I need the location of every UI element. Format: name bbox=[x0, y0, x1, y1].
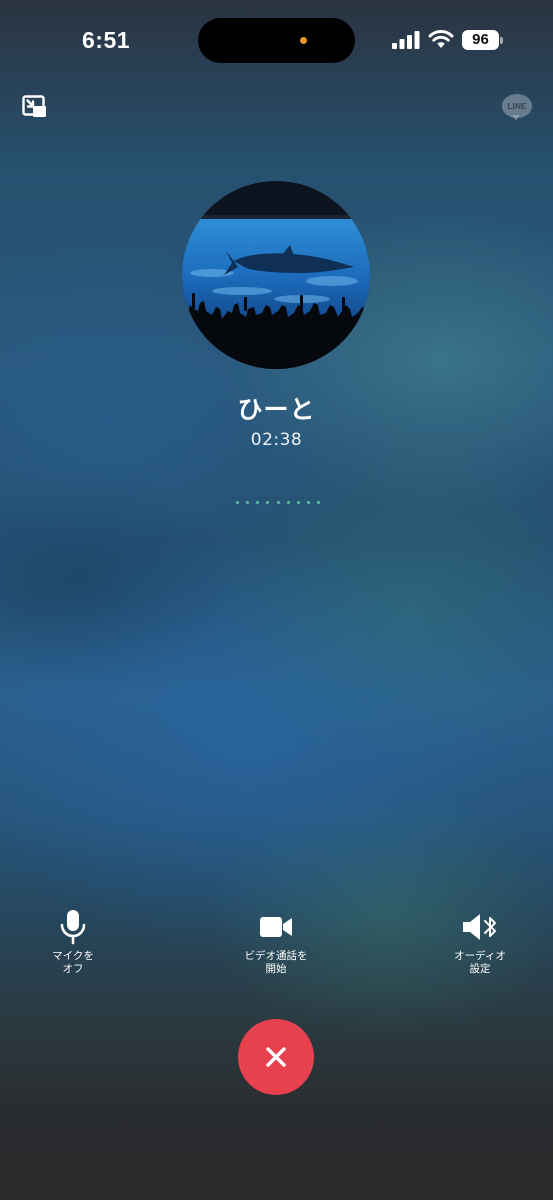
indicator-dot bbox=[296, 501, 300, 504]
end-call-button[interactable] bbox=[238, 1019, 314, 1095]
indicator-dot bbox=[246, 501, 250, 504]
video-camera-icon bbox=[260, 917, 292, 937]
indicator-dot bbox=[317, 501, 320, 504]
wifi-icon bbox=[428, 29, 454, 48]
speaker-bluetooth-icon bbox=[463, 914, 496, 940]
connecting-indicator bbox=[236, 501, 320, 505]
indicator-dot bbox=[236, 501, 239, 504]
mute-mic-button[interactable]: マイクを オフ bbox=[18, 908, 128, 976]
caller-name: ひーと bbox=[237, 395, 316, 424]
battery-indicator: 96 bbox=[462, 30, 499, 50]
indicator-dot bbox=[276, 501, 280, 504]
start-video-button[interactable]: ビデオ通話を 開始 bbox=[221, 908, 331, 976]
mute-mic-label: マイクを オフ bbox=[52, 950, 94, 975]
status-time: 6:51 bbox=[82, 27, 131, 53]
microphone-icon bbox=[60, 910, 86, 945]
dynamic-island bbox=[198, 18, 355, 63]
audio-settings-button[interactable]: オーディオ 設定 bbox=[425, 908, 535, 976]
indicator-dot bbox=[266, 501, 270, 504]
indicator-dot bbox=[306, 501, 310, 504]
status-bar: 6:51 96 bbox=[0, 0, 553, 80]
indicator-dot bbox=[256, 501, 260, 504]
aquarium-photo bbox=[182, 181, 370, 369]
indicator-dot bbox=[286, 501, 290, 504]
camera-in-use-indicator bbox=[300, 37, 307, 44]
cellular-signal-icon bbox=[392, 31, 420, 49]
line-logo: LINE bbox=[502, 94, 532, 122]
call-duration: 02:38 bbox=[250, 430, 303, 450]
close-x-icon bbox=[266, 1047, 286, 1067]
audio-settings-label: オーディオ 設定 bbox=[454, 950, 506, 975]
minimize-call-button[interactable] bbox=[22, 95, 48, 119]
caller-avatar bbox=[182, 181, 370, 369]
picture-in-picture-minimize-icon bbox=[22, 95, 46, 117]
start-video-label: ビデオ通話を 開始 bbox=[244, 950, 308, 975]
battery-tip bbox=[500, 37, 503, 44]
